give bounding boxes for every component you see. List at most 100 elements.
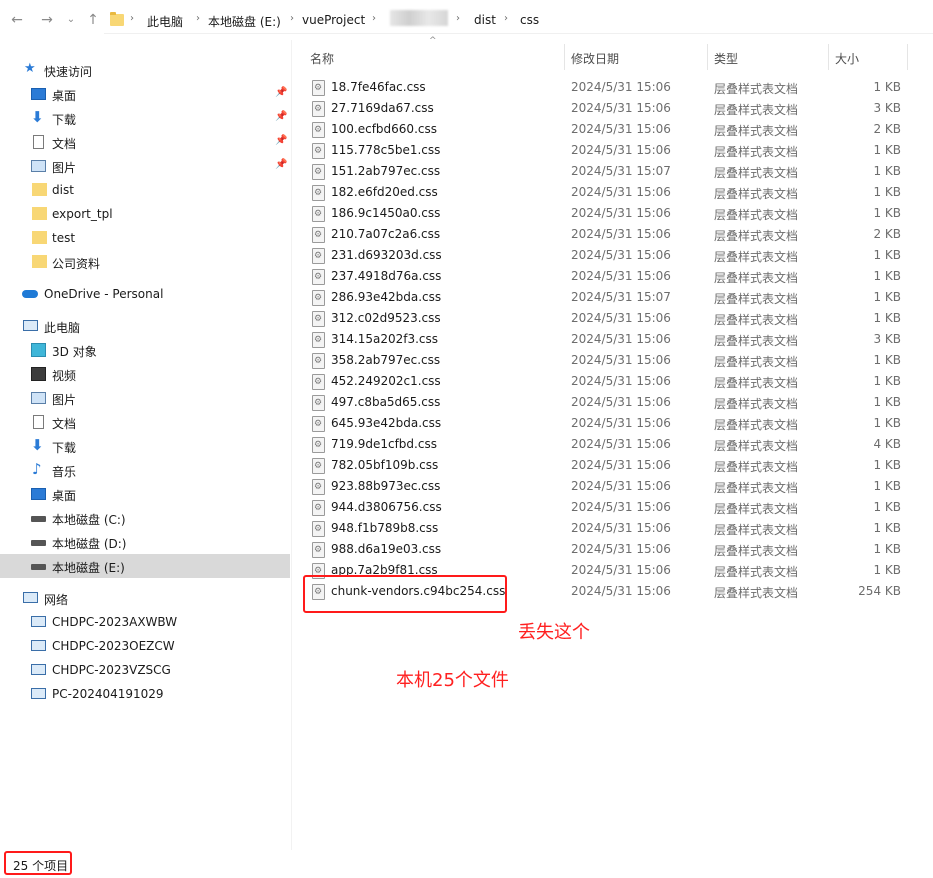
nav-item-network-pc[interactable]: CHDPC-2023AXWBW [0,610,290,634]
file-type: 层叠样式表文档 [714,397,799,411]
breadcrumb-vueproject[interactable]: vueProject [302,13,365,27]
file-name: 719.9de1cfbd.css [331,437,437,451]
breadcrumb-drive-e[interactable]: 本地磁盘 (E:) [208,13,281,30]
file-row[interactable]: 988.d6a19e03.css 2024/5/31 15:06 层叠样式表文档 1 … [300,539,910,560]
breadcrumb-css[interactable]: css [520,13,539,27]
nav-label: CHDPC-2023AXWBW [52,615,178,629]
file-row[interactable]: 210.7a07c2a6.css 2024/5/31 15:06 层叠样式表文档 2 … [300,224,910,245]
nav-item-videos[interactable]: 视频 [0,362,290,386]
file-row[interactable]: 782.05bf109b.css 2024/5/31 15:06 层叠样式表文档 1 … [300,455,910,476]
nav-item-pictures[interactable]: 图片 📌 [0,154,290,178]
file-row[interactable]: 151.2ab797ec.css 2024/5/31 15:07 层叠样式表文档 1 … [300,161,910,182]
file-name: 286.93e42bda.css [331,290,442,304]
pin-icon: 📌 [275,87,288,98]
file-name: 988.d6a19e03.css [331,542,442,556]
file-row[interactable]: 719.9de1cfbd.css 2024/5/31 15:06 层叠样式表文档 4 … [300,434,910,455]
recent-locations-chevron-icon[interactable]: ⌄ [62,11,80,29]
chevron-right-icon[interactable]: › [196,13,200,24]
chevron-right-icon[interactable]: › [504,13,508,24]
file-size: 3 KB [873,332,901,346]
file-size: 1 KB [873,542,901,556]
chevron-right-icon[interactable]: › [290,13,294,24]
nav-item-drive-c[interactable]: 本地磁盘 (C:) [0,506,290,530]
nav-item-drive-e[interactable]: 本地磁盘 (E:) [0,554,290,578]
file-row[interactable]: 115.778c5be1.css 2024/5/31 15:06 层叠样式表文档 1 … [300,140,910,161]
column-header-date[interactable]: 修改日期 [565,40,707,74]
file-row[interactable]: 100.ecfbd660.css 2024/5/31 15:06 层叠样式表文档 2 … [300,119,910,140]
file-row[interactable]: 237.4918d76a.css 2024/5/31 15:06 层叠样式表文档 1 … [300,266,910,287]
nav-item-drive-d[interactable]: 本地磁盘 (D:) [0,530,290,554]
column-header-label: 修改日期 [571,52,620,66]
file-date: 2024/5/31 15:07 [571,164,671,178]
up-arrow-icon[interactable]: ↑ [84,11,102,29]
breadcrumb-dist[interactable]: dist [474,13,496,27]
breadcrumb[interactable]: › 此电脑 › 本地磁盘 (E:) › vueProject › › dist … [104,6,933,34]
chevron-right-icon[interactable]: › [130,13,134,24]
file-row[interactable]: 286.93e42bda.css 2024/5/31 15:07 层叠样式表文档 1 … [300,287,910,308]
column-header-name[interactable]: 名称 [300,40,564,74]
nav-item-network-pc[interactable]: PC-202404191029 [0,682,290,706]
file-size: 1 KB [873,500,901,514]
desktop-icon [31,88,46,100]
file-row[interactable]: 923.88b973ec.css 2024/5/31 15:06 层叠样式表文档 1 … [300,476,910,497]
file-row[interactable]: 944.d3806756.css 2024/5/31 15:06 层叠样式表文档 1 … [300,497,910,518]
picture-icon [31,160,46,172]
file-row[interactable]: 186.9c1450a0.css 2024/5/31 15:06 层叠样式表文档 1 … [300,203,910,224]
nav-item-company-files[interactable]: 公司资料 [0,250,290,274]
breadcrumb-this-pc[interactable]: 此电脑 [147,13,183,30]
nav-item-music[interactable]: ♪ 音乐 [0,458,290,482]
file-row[interactable]: 18.7fe46fac.css 2024/5/31 15:06 层叠样式表文档 1 K… [300,77,910,98]
nav-item-downloads-pc[interactable]: ⬇ 下载 [0,434,290,458]
nav-item-network-pc[interactable]: CHDPC-2023VZSCG [0,658,290,682]
nav-item-documents[interactable]: 文档 📌 [0,130,290,154]
css-file-icon [312,458,325,474]
pane-divider[interactable] [291,40,292,850]
file-row[interactable]: 452.249202c1.css 2024/5/31 15:06 层叠样式表文档 1 … [300,371,910,392]
forward-arrow-icon[interactable]: → [38,11,56,29]
file-row[interactable]: 358.2ab797ec.css 2024/5/31 15:06 层叠样式表文档 1 … [300,350,910,371]
back-arrow-icon[interactable]: ← [8,11,26,29]
css-file-icon [312,143,325,159]
nav-item-pictures-pc[interactable]: 图片 [0,386,290,410]
nav-quick-access[interactable]: ★ 快速访问 [0,58,290,82]
column-header-label: 大小 [835,52,860,66]
chevron-right-icon[interactable]: › [456,13,460,24]
file-date: 2024/5/31 15:07 [571,290,671,304]
nav-this-pc[interactable]: 此电脑 [0,314,290,338]
file-row[interactable]: 948.f1b789b8.css 2024/5/31 15:06 层叠样式表文档 1 … [300,518,910,539]
file-row[interactable]: 182.e6fd20ed.css 2024/5/31 15:06 层叠样式表文档 1 … [300,182,910,203]
file-size: 1 KB [873,248,901,262]
nav-item-desktop[interactable]: 桌面 📌 [0,82,290,106]
nav-label: 网络 [44,593,69,607]
drive-icon [31,540,46,546]
nav-item-3d-objects[interactable]: 3D 对象 [0,338,290,362]
pin-icon: 📌 [275,159,288,170]
file-row[interactable]: 27.7169da67.css 2024/5/31 15:06 层叠样式表文档 3 K… [300,98,910,119]
nav-item-test[interactable]: test [0,226,290,250]
file-size: 3 KB [873,101,901,115]
chevron-right-icon[interactable]: › [372,13,376,24]
nav-item-dist[interactable]: dist [0,178,290,202]
file-name: 115.778c5be1.css [331,143,441,157]
column-divider[interactable] [907,44,908,70]
nav-onedrive[interactable]: OneDrive - Personal [0,282,290,306]
nav-network[interactable]: 网络 [0,586,290,610]
nav-item-downloads[interactable]: ⬇ 下载 📌 [0,106,290,130]
file-row[interactable]: 645.93e42bda.css 2024/5/31 15:06 层叠样式表文档 1 … [300,413,910,434]
column-header-size[interactable]: 大小 [829,40,909,74]
nav-item-export-tpl[interactable]: export_tpl [0,202,290,226]
file-row[interactable]: 314.15a202f3.css 2024/5/31 15:06 层叠样式表文档 3 … [300,329,910,350]
file-row[interactable]: 312.c02d9523.css 2024/5/31 15:06 层叠样式表文档 1 … [300,308,910,329]
column-header-type[interactable]: 类型 [708,40,828,74]
nav-item-network-pc[interactable]: CHDPC-2023OEZCW [0,634,290,658]
file-row[interactable]: 231.d693203d.css 2024/5/31 15:06 层叠样式表文档 1 … [300,245,910,266]
file-row[interactable]: 497.c8ba5d65.css 2024/5/31 15:06 层叠样式表文档 1 … [300,392,910,413]
nav-item-desktop-pc[interactable]: 桌面 [0,482,290,506]
file-list: ^ 名称 修改日期 类型 大小 18.7fe46fac.css2024/5/31… [300,36,920,840]
file-date: 2024/5/31 15:06 [571,584,671,598]
file-name: 237.4918d76a.css [331,269,442,283]
nav-label: 图片 [52,393,77,407]
nav-label: CHDPC-2023OEZCW [52,639,175,653]
file-name: 497.c8ba5d65.css [331,395,441,409]
nav-item-documents-pc[interactable]: 文档 [0,410,290,434]
